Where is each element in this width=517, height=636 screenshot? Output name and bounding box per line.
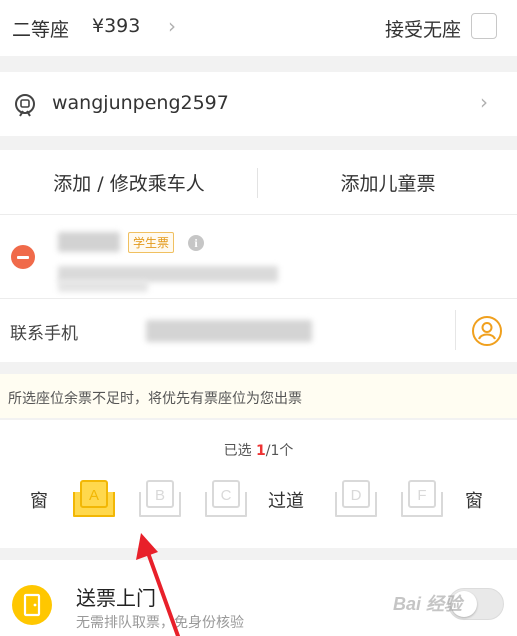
svg-text:B: B bbox=[155, 487, 165, 504]
seat-d-button[interactable]: D bbox=[332, 478, 380, 524]
accept-no-seat-checkbox[interactable] bbox=[471, 13, 497, 39]
add-child-ticket-button[interactable]: 添加儿童票 bbox=[259, 150, 517, 214]
svg-text:F: F bbox=[417, 487, 426, 504]
selected-suffix: /1个 bbox=[265, 443, 294, 459]
account-username: wangjunpeng2597 bbox=[52, 92, 229, 114]
svg-text:D: D bbox=[351, 487, 362, 504]
svg-text:A: A bbox=[89, 487, 99, 504]
door-icon bbox=[12, 585, 52, 625]
divider bbox=[0, 214, 517, 215]
seat-class: 二等座 bbox=[12, 19, 70, 41]
selected-count: 已选 1/1个 bbox=[0, 440, 517, 460]
divider bbox=[0, 298, 517, 299]
svg-text:C: C bbox=[221, 487, 232, 504]
chevron-right-icon[interactable]: › bbox=[168, 14, 176, 38]
seat-price: ¥393 bbox=[92, 15, 141, 37]
ticket-type-tag: 学生票 bbox=[128, 232, 175, 253]
passenger-id-redacted bbox=[58, 280, 148, 292]
add-modify-passenger-button[interactable]: 添加 / 修改乘车人 bbox=[0, 150, 258, 214]
seat-c-button[interactable]: C bbox=[202, 478, 250, 524]
seat-b-button[interactable]: B bbox=[136, 478, 184, 524]
divider bbox=[455, 310, 456, 350]
selected-prefix: 已选 bbox=[223, 443, 257, 459]
selected-count-value: 1 bbox=[256, 443, 266, 459]
seat-a-button[interactable]: A bbox=[70, 478, 118, 524]
info-icon[interactable]: i bbox=[188, 235, 204, 251]
chevron-right-icon[interactable]: › bbox=[480, 90, 488, 114]
seat-f-button[interactable]: F bbox=[398, 478, 446, 524]
window-label-left: 窗 bbox=[30, 491, 48, 512]
passenger-card: 添加 / 修改乘车人 添加儿童票 学生票 i 联系手机 bbox=[0, 150, 517, 362]
divider bbox=[257, 168, 258, 198]
train-account-icon bbox=[15, 94, 35, 117]
passenger-name-redacted bbox=[58, 232, 120, 252]
delivery-subtitle: 无需排队取票，免身份核验 bbox=[76, 615, 244, 631]
contact-phone-label: 联系手机 bbox=[10, 324, 78, 344]
seat-class-row[interactable]: 二等座 ¥393 › 接受无座 bbox=[0, 0, 517, 56]
remove-passenger-button[interactable] bbox=[11, 245, 35, 269]
aisle-label: 过道 bbox=[268, 491, 304, 512]
seat-selection-card: 已选 1/1个 窗 过道 窗 A B C D F bbox=[0, 420, 517, 548]
contact-phone-redacted[interactable] bbox=[146, 320, 312, 342]
contact-person-icon[interactable] bbox=[471, 315, 503, 347]
window-label-right: 窗 bbox=[465, 491, 483, 512]
watermark: Bai 经验 bbox=[393, 594, 463, 614]
accept-no-seat-label: 接受无座 bbox=[384, 19, 461, 41]
seat-notice: 所选座位余票不足时，将优先有票座位为您出票 bbox=[0, 374, 517, 418]
delivery-title: 送票上门 bbox=[76, 586, 156, 610]
seat-notice-text: 所选座位余票不足时，将优先有票座位为您出票 bbox=[8, 391, 302, 407]
account-row[interactable]: wangjunpeng2597 › bbox=[0, 72, 517, 136]
